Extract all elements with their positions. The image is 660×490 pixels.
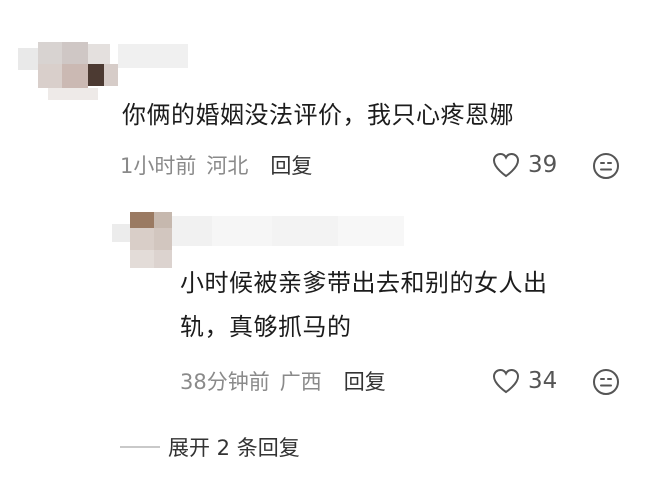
username[interactable] [118, 44, 188, 68]
heart-outline-icon [492, 368, 520, 394]
smiley-face-icon[interactable] [592, 152, 620, 180]
reply-meta: 38分钟前 广西 回复 [180, 366, 386, 396]
reply-reply-button[interactable]: 回复 [344, 366, 386, 396]
reply-like-button[interactable]: 34 [492, 366, 557, 396]
comment-like-button[interactable]: 39 [492, 150, 557, 180]
reply-text-line2: 轨，真够抓马的 [180, 313, 352, 341]
reply-like-count: 34 [528, 368, 558, 394]
reply-avatar[interactable] [112, 212, 172, 268]
reply-location: 广西 [279, 370, 322, 394]
expand-divider [120, 446, 160, 448]
reply-username[interactable] [172, 216, 404, 246]
comment-like-count: 39 [528, 152, 558, 178]
comment-time: 1小时前 [120, 154, 197, 178]
avatar[interactable] [18, 34, 118, 100]
comment-reply-button[interactable]: 回复 [270, 150, 312, 180]
comment-thread: 你俩的婚姻没法评价，我只心疼恩娜 1小时前 河北 回复 39 小时候被亲爹带出去… [0, 0, 660, 490]
heart-outline-icon [492, 152, 520, 178]
expand-replies-label: 展开 2 条回复 [168, 436, 300, 460]
comment-location: 河北 [206, 154, 249, 178]
comment-text: 你俩的婚姻没法评价，我只心疼恩娜 [122, 101, 514, 129]
expand-replies-button[interactable]: 展开 2 条回复 [120, 432, 300, 462]
comment-meta: 1小时前 河北 回复 [120, 150, 312, 180]
smiley-face-icon[interactable] [592, 368, 620, 396]
reply-text-line1: 小时候被亲爹带出去和别的女人出 [180, 269, 548, 297]
reply-time: 38分钟前 [180, 370, 270, 394]
